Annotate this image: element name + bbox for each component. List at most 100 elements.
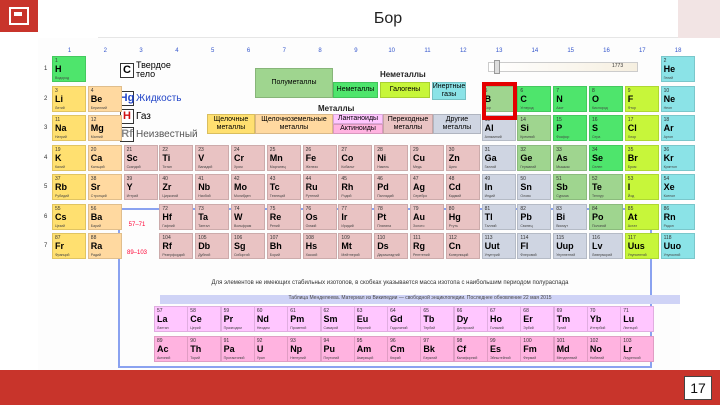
element-cell-as[interactable]: 33 As Мышьяк: [553, 144, 588, 171]
element-cell-zr[interactable]: 40 Zr Цирконий: [159, 174, 194, 200]
element-cell-in[interactable]: 49 In Индий: [481, 174, 516, 200]
element-cell-nd[interactable]: 60 Nd Неодим: [253, 306, 288, 332]
element-cell-ba[interactable]: 56 Ba Барий: [87, 203, 122, 230]
element-cell-np[interactable]: 93 Np Нептуний: [287, 336, 322, 362]
element-cell-ne[interactable]: 10 Ne Неон: [660, 85, 695, 112]
element-cell-c[interactable]: 6 C Углерод: [517, 85, 552, 112]
element-cell-ru[interactable]: 44 Ru Рутений: [302, 174, 337, 200]
element-cell-pd[interactable]: 46 Pd Палладий: [374, 174, 409, 200]
element-cell-la[interactable]: 57 La Лантан: [154, 306, 188, 332]
element-cell-uus[interactable]: 117 Uus Унунсептий: [624, 233, 659, 259]
element-cell-lv[interactable]: 116 Lv Ливерморий: [589, 233, 623, 259]
element-cell-na[interactable]: 11 Na Натрий: [52, 115, 86, 141]
element-cell-cf[interactable]: 98 Cf Калифорний: [453, 336, 488, 362]
element-cell-uup[interactable]: 115 Uup Унунпентий: [553, 233, 588, 259]
element-cell-am[interactable]: 95 Am Америций: [353, 336, 388, 362]
element-cell-he[interactable]: 2 He Гелий: [660, 56, 695, 82]
element-cell-eu[interactable]: 63 Eu Европий: [353, 306, 388, 332]
element-cell-au[interactable]: 79 Au Золото: [410, 203, 444, 230]
element-cell-w[interactable]: 74 W Вольфрам: [231, 203, 265, 230]
element-cell-po[interactable]: 84 Po Полоний: [589, 203, 623, 230]
element-cell-h[interactable]: 1 H Водород: [52, 56, 86, 82]
element-cell-mn[interactable]: 25 Mn Марганец: [266, 144, 301, 171]
element-cell-sc[interactable]: 21 Sc Скандий: [123, 144, 158, 171]
element-cell-cr[interactable]: 24 Cr Хром: [231, 144, 265, 171]
element-cell-tb[interactable]: 65 Tb Тербий: [420, 306, 455, 332]
element-cell-hg[interactable]: 80 Hg Ртуть: [445, 203, 480, 230]
element-cell-bh[interactable]: 107 Bh Борий: [266, 233, 301, 259]
element-cell-sn[interactable]: 50 Sn Олово: [517, 174, 552, 200]
element-cell-mg[interactable]: 12 Mg Магний: [87, 115, 122, 141]
element-cell-pt[interactable]: 78 Pt Платина: [374, 203, 409, 230]
element-cell-yb[interactable]: 70 Yb Иттербий: [586, 306, 621, 332]
element-cell-pr[interactable]: 59 Pr Празеодим: [220, 306, 255, 332]
element-cell-li[interactable]: 3 Li Литий: [52, 85, 86, 112]
element-cell-cu[interactable]: 29 Cu Медь: [410, 144, 444, 171]
element-cell-hs[interactable]: 108 Hs Хассий: [302, 233, 337, 259]
element-cell-br[interactable]: 35 Br Бром: [624, 144, 659, 171]
element-cell-b[interactable]: 5 B Бор: [481, 85, 516, 112]
element-cell-mo[interactable]: 42 Mo Молибден: [231, 174, 265, 200]
element-cell-ds[interactable]: 110 Ds Дармштадтий: [374, 233, 409, 259]
element-cell-ge[interactable]: 32 Ge Германий: [517, 144, 552, 171]
element-cell-al[interactable]: 13 Al Алюминий: [481, 115, 516, 141]
element-cell-md[interactable]: 101 Md Менделевий: [553, 336, 588, 362]
element-cell-uut[interactable]: 113 Uut Унунтрий: [481, 233, 516, 259]
element-cell-ta[interactable]: 73 Ta Тантал: [195, 203, 230, 230]
element-cell-ra[interactable]: 88 Ra Радий: [87, 233, 122, 259]
element-cell-er[interactable]: 68 Er Эрбий: [520, 306, 555, 332]
element-cell-sg[interactable]: 106 Sg Сиборгий: [231, 233, 265, 259]
element-cell-se[interactable]: 34 Se Селен: [589, 144, 623, 171]
element-cell-s[interactable]: 16 S Сера: [589, 115, 623, 141]
element-cell-v[interactable]: 23 V Ванадий: [195, 144, 230, 171]
element-cell-ce[interactable]: 58 Ce Церий: [187, 306, 222, 332]
element-cell-cd[interactable]: 48 Cd Кадмий: [445, 174, 480, 200]
element-cell-ni[interactable]: 28 Ni Никель: [374, 144, 409, 171]
element-cell-ca[interactable]: 20 Ca Кальций: [87, 144, 122, 171]
element-cell-ir[interactable]: 77 Ir Иридий: [338, 203, 373, 230]
element-cell-ar[interactable]: 18 Ar Аргон: [660, 115, 695, 141]
element-cell-ac[interactable]: 89 Ac Актиний: [154, 336, 188, 362]
element-cell-kr[interactable]: 36 Kr Криптон: [660, 144, 695, 171]
element-cell-lr[interactable]: 103 Lr Лоуренсий: [620, 336, 655, 362]
element-cell-pu[interactable]: 94 Pu Плутоний: [320, 336, 355, 362]
element-cell-nb[interactable]: 41 Nb Ниобий: [195, 174, 230, 200]
element-cell-es[interactable]: 99 Es Эйнштейний: [487, 336, 521, 362]
element-cell-pa[interactable]: 91 Pa Протактиний: [220, 336, 255, 362]
element-cell-fm[interactable]: 100 Fm Фермий: [520, 336, 555, 362]
element-cell-no[interactable]: 102 No Нобелий: [586, 336, 621, 362]
element-cell-k[interactable]: 19 K Калий: [52, 144, 86, 171]
slider-handle[interactable]: [494, 60, 500, 74]
element-cell-ti[interactable]: 22 Ti Титан: [159, 144, 194, 171]
element-cell-re[interactable]: 75 Re Рений: [266, 203, 301, 230]
element-cell-f[interactable]: 9 F Фтор: [624, 85, 659, 112]
element-cell-cl[interactable]: 17 Cl Хлор: [624, 115, 659, 141]
element-cell-i[interactable]: 53 I Йод: [624, 174, 659, 200]
element-cell-tc[interactable]: 43 Tc Технеций: [266, 174, 301, 200]
element-cell-rf[interactable]: 104 Rf Резерфордий: [159, 233, 194, 259]
element-cell-bk[interactable]: 97 Bk Берклий: [420, 336, 455, 362]
element-cell-o[interactable]: 8 O Кислород: [589, 85, 623, 112]
element-cell-pb[interactable]: 82 Pb Свинец: [517, 203, 552, 230]
element-cell-hf[interactable]: 72 Hf Гафний: [159, 203, 194, 230]
element-cell-dy[interactable]: 66 Dy Диспрозий: [453, 306, 488, 332]
element-cell-pm[interactable]: 61 Pm Прометий: [287, 306, 322, 332]
element-cell-rn[interactable]: 86 Rn Радон: [660, 203, 695, 230]
element-cell-zn[interactable]: 30 Zn Цинк: [445, 144, 480, 171]
element-cell-ga[interactable]: 31 Ga Галлий: [481, 144, 516, 171]
element-cell-rg[interactable]: 111 Rg Рентгений: [410, 233, 444, 259]
element-cell-tl[interactable]: 81 Tl Таллий: [481, 203, 516, 230]
element-cell-rh[interactable]: 45 Rh Родий: [338, 174, 373, 200]
element-cell-sm[interactable]: 62 Sm Самарий: [320, 306, 355, 332]
element-cell-ag[interactable]: 47 Ag Серебро: [410, 174, 444, 200]
element-cell-xe[interactable]: 54 Xe Ксенон: [660, 174, 695, 200]
element-cell-te[interactable]: 52 Te Теллур: [589, 174, 623, 200]
element-cell-si[interactable]: 14 Si Кремний: [517, 115, 552, 141]
element-cell-tm[interactable]: 69 Tm Тулий: [553, 306, 588, 332]
element-cell-fr[interactable]: 87 Fr Франций: [52, 233, 86, 259]
element-cell-lu[interactable]: 71 Lu Лютеций: [620, 306, 655, 332]
element-cell-co[interactable]: 27 Co Кобальт: [338, 144, 373, 171]
element-cell-ho[interactable]: 67 Ho Гольмий: [487, 306, 521, 332]
element-cell-th[interactable]: 90 Th Торий: [187, 336, 222, 362]
element-cell-sr[interactable]: 38 Sr Стронций: [87, 174, 122, 200]
